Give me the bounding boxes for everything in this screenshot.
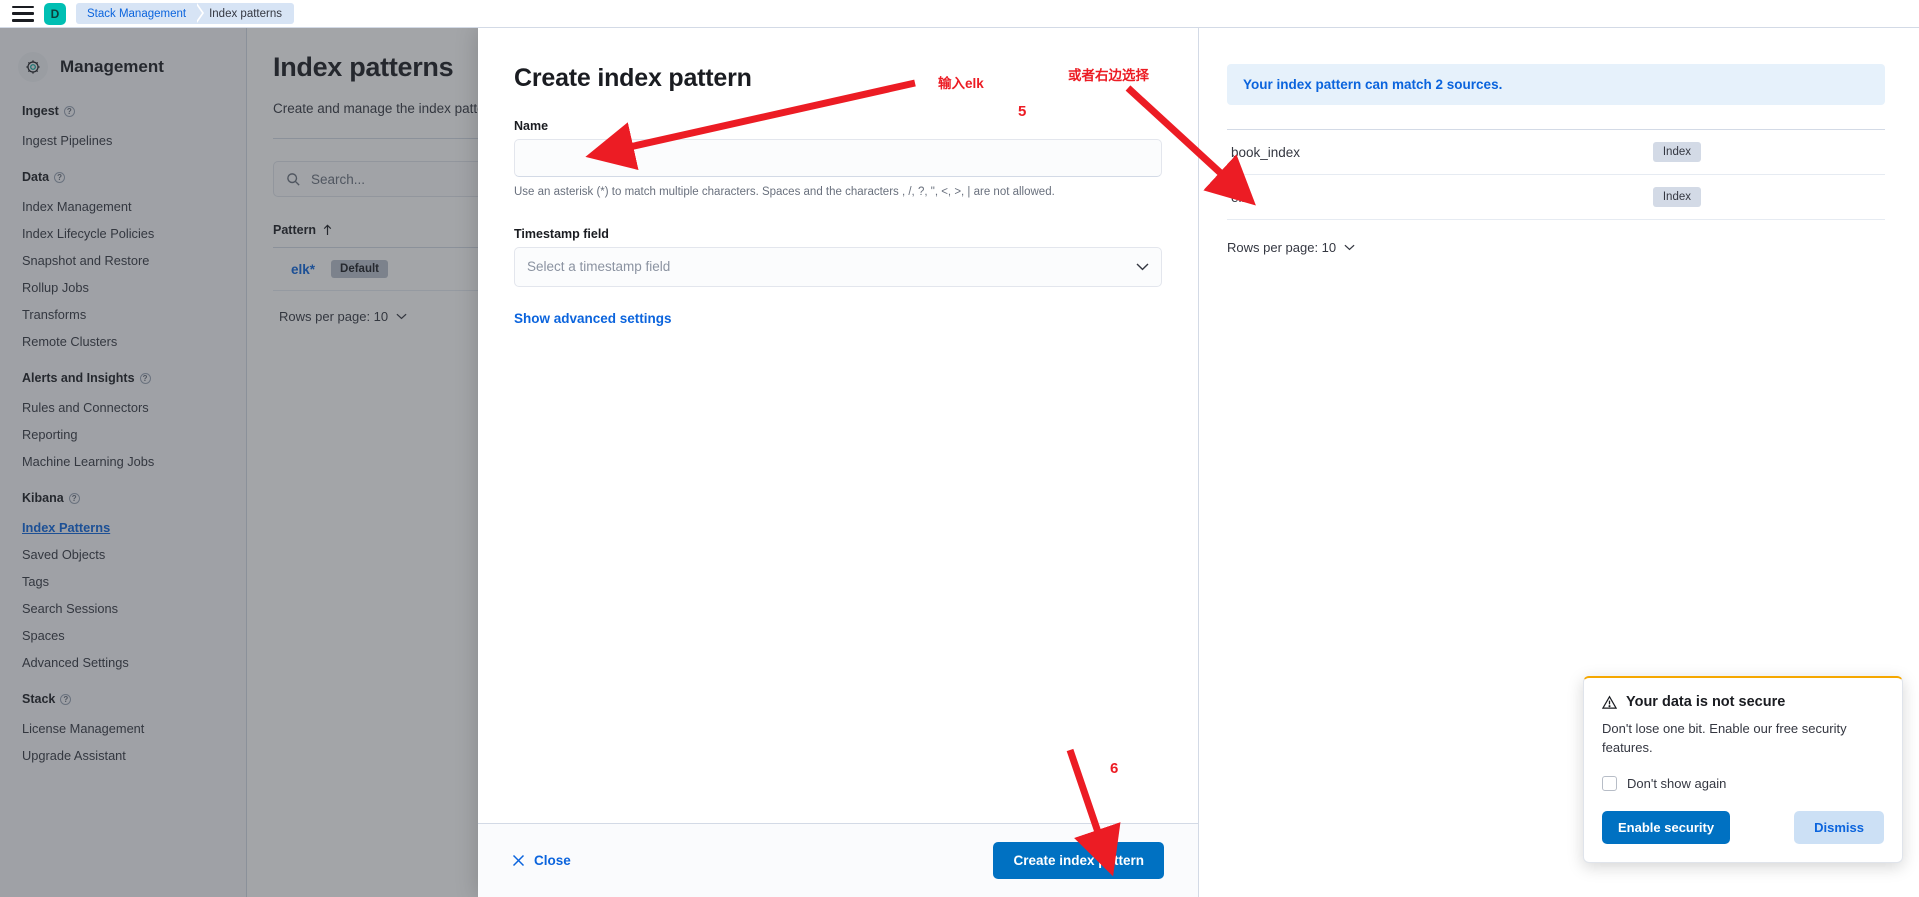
flyout-title: Create index pattern	[514, 64, 752, 92]
source-type-badge: Index	[1652, 142, 1701, 162]
checkbox-box[interactable]	[1602, 775, 1617, 791]
enable-security-button[interactable]: Enable security	[1602, 810, 1731, 844]
chevron-down-icon	[1136, 263, 1149, 271]
name-field-help-text: Use an asterisk (*) to match multiple ch…	[514, 186, 1055, 198]
timestamp-field-placeholder: Select a timestamp field	[527, 259, 671, 275]
space-avatar[interactable]: D	[44, 2, 66, 25]
dont-show-again-checkbox[interactable]: Don't show again	[1602, 775, 1884, 791]
close-button[interactable]: Close	[512, 853, 571, 868]
breadcrumb: Stack Management Index patterns	[76, 3, 294, 24]
create-index-pattern-button[interactable]: Create index pattern	[993, 842, 1164, 879]
breadcrumb-label: Stack Management	[87, 7, 187, 20]
breadcrumb-label: Index patterns	[209, 7, 282, 20]
hamburger-menu-icon[interactable]	[12, 5, 34, 22]
breadcrumb-item-index-patterns[interactable]: Index patterns	[195, 3, 294, 24]
breadcrumb-notch	[195, 3, 203, 23]
close-button-label: Close	[534, 853, 571, 868]
toast-actions: Enable security Dismiss	[1602, 810, 1884, 844]
flyout-footer: Close Create index pattern	[478, 823, 1198, 897]
chevron-down-icon	[1344, 244, 1355, 251]
global-header: D Stack Management Index patterns	[0, 0, 1919, 28]
source-name: book_index	[1231, 144, 1301, 160]
security-toast: Your data is not secure Don't lose one b…	[1583, 676, 1903, 863]
source-row: elk Index	[1227, 175, 1885, 220]
checkbox-label: Don't show again	[1627, 775, 1727, 791]
source-type-badge: Index	[1652, 187, 1701, 207]
show-advanced-settings-link[interactable]: Show advanced settings	[514, 311, 1162, 326]
flyout-body: Create index pattern Name Use an asteris…	[478, 28, 1198, 823]
dismiss-button[interactable]: Dismiss	[1794, 810, 1884, 844]
breadcrumb-item-stack-management[interactable]: Stack Management	[76, 3, 205, 24]
sources-rows-per-page-selector[interactable]: Rows per page: 10	[1227, 240, 1885, 255]
rows-per-page-label: Rows per page: 10	[1227, 240, 1337, 255]
index-pattern-name-input[interactable]	[514, 139, 1162, 177]
warning-triangle-icon	[1602, 694, 1617, 709]
match-count-callout: Your index pattern can match 2 sources.	[1227, 64, 1885, 105]
timestamp-field-select[interactable]: Select a timestamp field	[514, 246, 1162, 287]
source-name: elk	[1231, 189, 1249, 205]
toast-title: Your data is not secure	[1626, 694, 1786, 710]
close-x-icon	[512, 854, 525, 867]
flyout-form-panel: Create index pattern Name Use an asteris…	[478, 28, 1198, 897]
app-root: D Stack Management Index patterns Manage…	[0, 0, 1919, 897]
source-row: book_index Index	[1227, 130, 1885, 175]
toast-title-row: Your data is not secure	[1602, 694, 1884, 710]
matching-sources-list: book_index Index elk Index	[1227, 130, 1885, 220]
timestamp-field-label: Timestamp field	[514, 226, 609, 241]
name-field-label: Name	[514, 119, 549, 133]
toast-body: Don't lose one bit. Enable our free secu…	[1602, 721, 1847, 755]
